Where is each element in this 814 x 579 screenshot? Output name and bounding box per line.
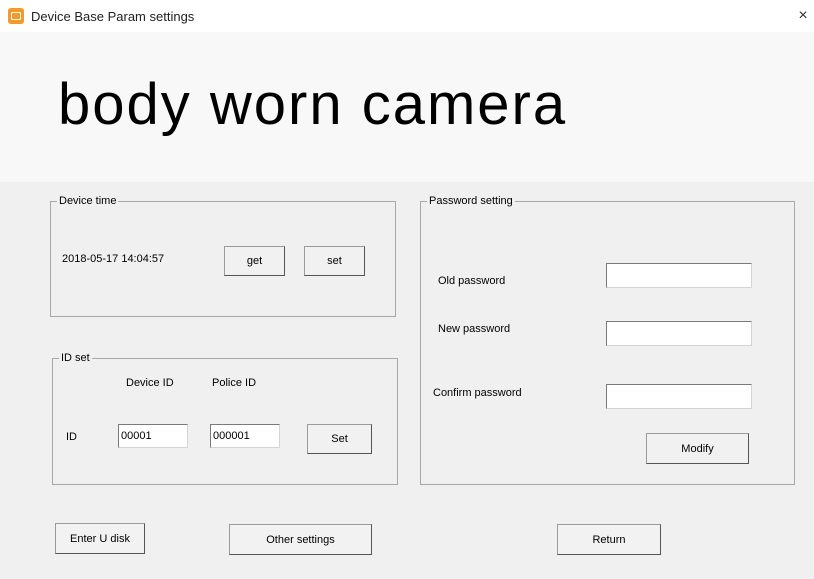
id-set-group: ID set: [52, 352, 398, 485]
modify-password-button[interactable]: Modify: [646, 433, 749, 464]
new-password-input[interactable]: [606, 321, 752, 346]
id-row-label: ID: [66, 431, 77, 443]
banner: body worn camera: [0, 32, 814, 182]
device-time-value: 2018-05-17 14:04:57: [62, 253, 165, 265]
banner-title: body worn camera: [58, 72, 568, 137]
window-title: Device Base Param settings: [31, 9, 195, 24]
device-id-input[interactable]: [118, 424, 188, 448]
app-icon: [8, 8, 24, 24]
confirm-password-input[interactable]: [606, 384, 752, 409]
other-settings-button[interactable]: Other settings: [229, 524, 372, 555]
id-set-legend: ID set: [61, 352, 90, 364]
set-id-button[interactable]: Set: [307, 424, 372, 454]
close-button[interactable]: ×: [792, 4, 814, 28]
get-time-button[interactable]: get: [224, 246, 285, 276]
return-button[interactable]: Return: [557, 524, 661, 555]
old-password-input[interactable]: [606, 263, 752, 288]
enter-u-disk-button[interactable]: Enter U disk: [55, 523, 145, 554]
new-password-label: New password: [438, 323, 511, 335]
device-time-legend: Device time: [59, 195, 117, 207]
old-password-label: Old password: [438, 275, 506, 287]
police-id-input[interactable]: [210, 424, 280, 448]
set-time-button[interactable]: set: [304, 246, 365, 276]
title-bar: Device Base Param settings ×: [0, 0, 814, 32]
device-id-header: Device ID: [126, 377, 174, 389]
police-id-header: Police ID: [212, 377, 257, 389]
confirm-password-label: Confirm password: [433, 387, 522, 399]
password-setting-legend: Password setting: [429, 195, 513, 207]
